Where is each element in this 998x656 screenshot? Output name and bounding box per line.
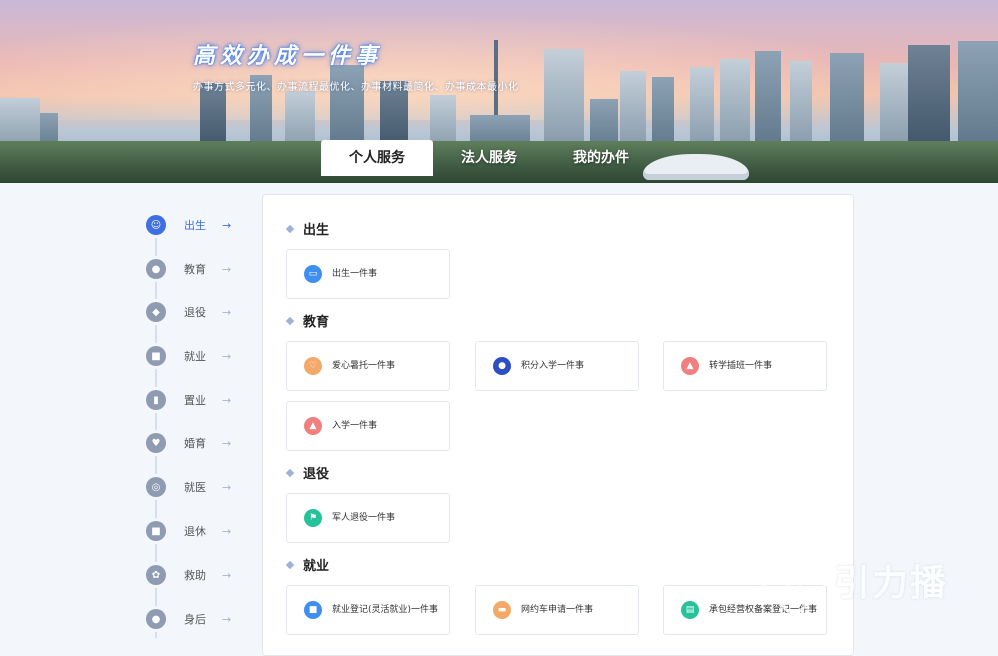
- skyline-building: [958, 41, 998, 153]
- heart-icon: ♥: [146, 433, 166, 453]
- service-tabs: 个人服务 法人服务 我的办件: [321, 140, 657, 176]
- sidebar-item-birth[interactable]: ☺ 出生 →: [146, 215, 231, 235]
- location-pin-icon: ●: [493, 357, 511, 375]
- life-event-sidebar: ☺ 出生 → ● 教育 → ◆ 退役 → ■ 就业 → ▮ 置业 → ♥ 婚育 …: [140, 198, 250, 638]
- medical-icon: ◎: [146, 477, 166, 497]
- hero-banner: 高效办成一件事 办事方式多元化、办事流程最优化、办事材料最简化、办事成本最小化 …: [0, 0, 998, 183]
- sidebar-item-marriage[interactable]: ♥ 婚育 →: [146, 433, 231, 453]
- sidebar-item-label: 退役: [184, 306, 206, 319]
- section-title-text: 就业: [303, 559, 330, 574]
- stroller-icon: ▭: [304, 265, 322, 283]
- sidebar-item-label: 退休: [184, 525, 206, 538]
- arrow-right-icon: →: [222, 612, 232, 626]
- sidebar-item-label: 置业: [184, 394, 206, 407]
- sidebar-item-education[interactable]: ● 教育 →: [146, 259, 231, 279]
- sidebar-item-posthumous[interactable]: ● 身后 →: [146, 609, 231, 629]
- briefcase-icon: ■: [304, 601, 322, 619]
- sidebar-item-retirement[interactable]: ■ 退休 →: [146, 521, 231, 541]
- service-card-points-enrollment[interactable]: ● 积分入学一件事: [475, 341, 639, 391]
- graduation-cap-icon: ▲: [304, 417, 322, 435]
- section-title-text: 出生: [303, 223, 330, 238]
- skyline-building: [720, 59, 750, 153]
- section-title-education: 教育: [285, 311, 330, 330]
- sidebar-item-label: 救助: [184, 569, 206, 582]
- sidebar-item-retirement-military[interactable]: ◆ 退役 →: [146, 302, 231, 322]
- diamond-bullet-icon: [285, 224, 295, 233]
- service-card-label: 转学插班一件事: [709, 361, 773, 371]
- service-card-label: 爱心暑托一件事: [332, 361, 396, 371]
- service-card-veteran[interactable]: ⚑ 军人退役一件事: [286, 493, 450, 543]
- flag-icon: ⚑: [304, 509, 322, 527]
- sidebar-item-label: 教育: [184, 263, 206, 276]
- section-title-military-retirement: 退役: [285, 463, 330, 482]
- section-title-text: 退役: [303, 467, 330, 482]
- skyline-building: [908, 45, 950, 153]
- arrow-right-icon: →: [222, 349, 232, 363]
- diamond-bullet-icon: [285, 560, 295, 569]
- skyline-building: [755, 51, 781, 153]
- building-icon: ▮: [146, 390, 166, 410]
- watermark-text: 引力播: [834, 563, 949, 604]
- sidebar-item-employment[interactable]: ■ 就业 →: [146, 346, 231, 366]
- sidebar-item-label: 就业: [184, 350, 206, 363]
- service-card-label: 积分入学一件事: [521, 361, 585, 371]
- service-card-label: 出生一件事: [332, 269, 378, 279]
- aid-icon: ✿: [146, 565, 166, 585]
- service-card-summer-care[interactable]: ♡ 爱心暑托一件事: [286, 341, 450, 391]
- banner-subtitle: 办事方式多元化、办事流程最优化、办事材料最简化、办事成本最小化: [193, 82, 519, 93]
- sidebar-item-property[interactable]: ▮ 置业 →: [146, 390, 231, 410]
- skyline-building: [544, 49, 584, 153]
- service-card-birth[interactable]: ▭ 出生一件事: [286, 249, 450, 299]
- sidebar-item-label: 身后: [184, 613, 206, 626]
- graduation-cap-icon: ▲: [681, 357, 699, 375]
- arrow-right-icon: →: [222, 480, 232, 494]
- student-icon: ●: [146, 259, 166, 279]
- arrow-right-icon: →: [222, 568, 232, 582]
- banner-title: 高效办成一件事: [193, 44, 383, 69]
- arrow-right-icon: →: [222, 305, 232, 319]
- tab-corporate-service[interactable]: 法人服务: [433, 140, 545, 176]
- service-card-label: 军人退役一件事: [332, 513, 396, 523]
- baby-icon: ☺: [146, 215, 166, 235]
- badge-icon: ◆: [146, 302, 166, 322]
- person-icon: ●: [146, 609, 166, 629]
- sidebar-item-label: 出生: [184, 219, 206, 232]
- tab-my-applications[interactable]: 我的办件: [545, 140, 657, 176]
- retire-icon: ■: [146, 521, 166, 541]
- service-card-ride-hailing[interactable]: ▬ 网约车申请一件事: [475, 585, 639, 635]
- arrow-right-icon: →: [222, 524, 232, 538]
- arrow-right-icon: →: [222, 393, 232, 407]
- sidebar-item-aid[interactable]: ✿ 救助 →: [146, 565, 231, 585]
- service-card-label: 就业登记(灵活就业)一件事: [332, 605, 439, 615]
- service-card-enrollment[interactable]: ▲ 入学一件事: [286, 401, 450, 451]
- document-icon: ▤: [681, 601, 699, 619]
- section-title-text: 教育: [303, 315, 330, 330]
- diamond-bullet-icon: [285, 468, 295, 477]
- sidebar-item-label: 就医: [184, 481, 206, 494]
- arrow-right-icon: →: [222, 262, 232, 276]
- service-card-label: 网约车申请一件事: [521, 605, 594, 615]
- diamond-bullet-icon: [285, 316, 295, 325]
- arrow-right-icon: →: [222, 218, 232, 232]
- heart-hand-icon: ♡: [304, 357, 322, 375]
- section-title-employment: 就业: [285, 555, 330, 574]
- tab-personal-service[interactable]: 个人服务: [321, 140, 433, 176]
- skyline-building: [830, 53, 864, 153]
- arrow-right-icon: →: [222, 436, 232, 450]
- sidebar-item-label: 婚育: [184, 437, 206, 450]
- watermark-logo: 引力播: [762, 548, 992, 618]
- section-title-birth: 出生: [285, 219, 330, 238]
- car-icon: ▬: [493, 601, 511, 619]
- sidebar-item-medical[interactable]: ◎ 就医 →: [146, 477, 231, 497]
- service-card-label: 入学一件事: [332, 421, 378, 431]
- skyline-building: [790, 61, 812, 153]
- flower-logo-icon: [762, 550, 826, 614]
- briefcase-icon: ■: [146, 346, 166, 366]
- service-card-employment-registration[interactable]: ■ 就业登记(灵活就业)一件事: [286, 585, 450, 635]
- service-card-transfer-school[interactable]: ▲ 转学插班一件事: [663, 341, 827, 391]
